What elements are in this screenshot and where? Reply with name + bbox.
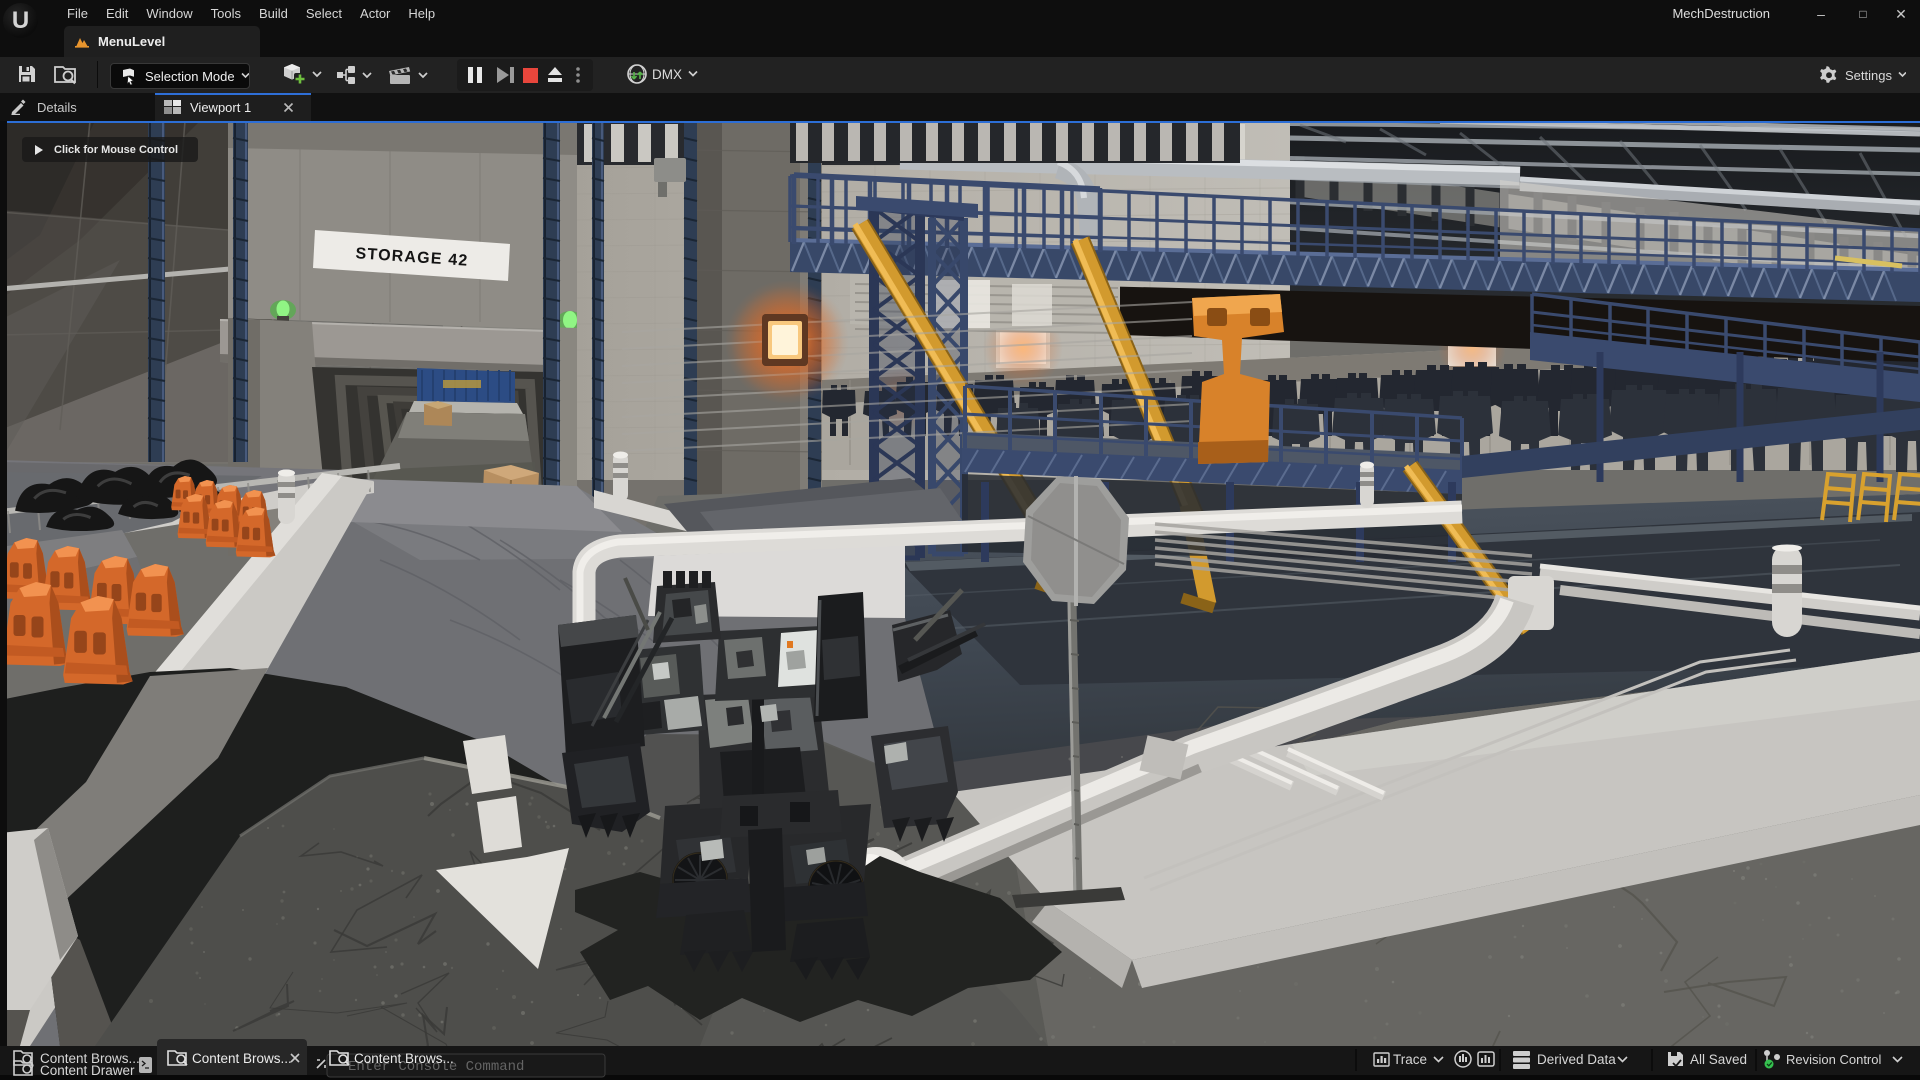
svg-text:All Saved: All Saved <box>1690 1052 1747 1067</box>
svg-text:Trace: Trace <box>1393 1052 1427 1067</box>
svg-text:DMX: DMX <box>652 67 682 82</box>
svg-text:Content Brows...: Content Brows... <box>354 1051 454 1066</box>
svg-text:Content Drawer: Content Drawer <box>40 1063 135 1078</box>
svg-text:Revision Control: Revision Control <box>1786 1052 1881 1067</box>
svg-text:Derived Data: Derived Data <box>1537 1052 1616 1067</box>
svg-text:Content Brows...: Content Brows... <box>192 1051 292 1066</box>
